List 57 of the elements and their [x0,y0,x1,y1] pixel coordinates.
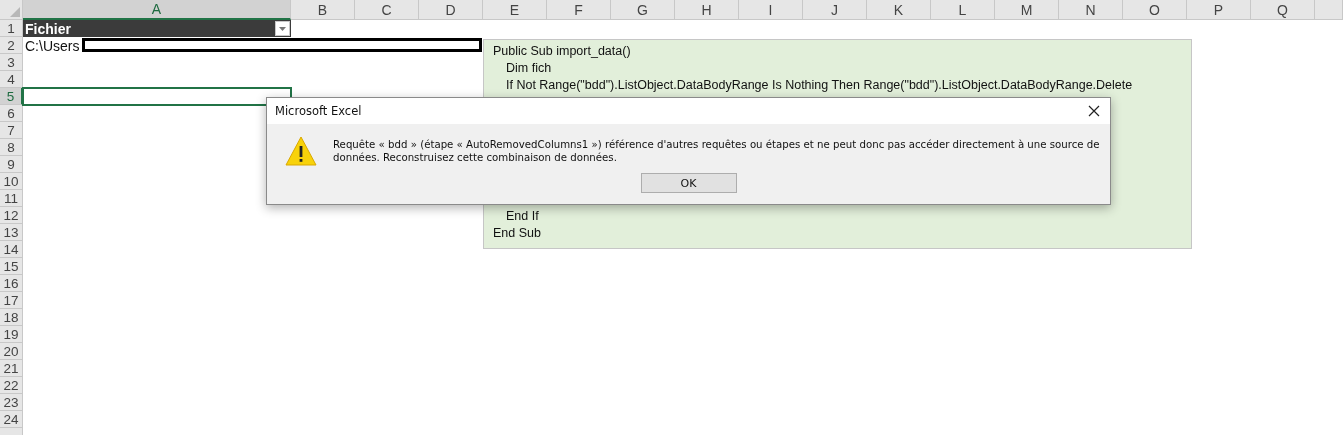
column-header[interactable]: A [23,0,291,20]
table-header-cell: Fichier [23,20,291,37]
column-header[interactable]: D [419,0,483,20]
row-header[interactable]: 11 [0,190,23,207]
row-header[interactable]: 4 [0,71,23,88]
row-header[interactable]: 12 [0,207,23,224]
caret-icon [279,26,286,31]
column-header[interactable]: H [675,0,739,20]
row-header[interactable]: 13 [0,224,23,241]
row-header[interactable]: 16 [0,275,23,292]
row-header[interactable]: 3 [0,54,23,71]
row-header[interactable]: 2 [0,37,23,54]
filter-dropdown-button[interactable] [275,21,290,36]
row-header[interactable]: 18 [0,309,23,326]
row-header[interactable]: 21 [0,360,23,377]
column-header[interactable]: I [739,0,803,20]
column-header[interactable]: O [1123,0,1187,20]
column-header[interactable]: P [1187,0,1251,20]
row-header[interactable]: 24 [0,411,23,428]
ok-button[interactable]: OK [640,173,737,193]
row-header[interactable]: 1 [0,20,23,37]
warning-icon [285,136,317,166]
row-header[interactable]: 10 [0,173,23,190]
row-header[interactable]: 7 [0,122,23,139]
select-all-icon[interactable] [10,7,20,17]
code-line: Public Sub import_data() [493,43,632,60]
column-header[interactable]: M [995,0,1059,20]
column-header[interactable]: B [291,0,355,20]
column-header[interactable]: Q [1251,0,1315,20]
row-header[interactable]: 8 [0,139,23,156]
column-header[interactable] [1315,0,1343,20]
row-header[interactable]: 22 [0,377,23,394]
row-header[interactable]: 23 [0,394,23,411]
column-header[interactable]: G [611,0,675,20]
code-line: End If [505,208,540,225]
row-header[interactable]: 9 [0,156,23,173]
column-header[interactable]: K [867,0,931,20]
code-line: If Not Range("bdd").ListObject.DataBodyRange Is Nothing Then Range("bdd").ListObject.DataBodyRange.Delete [505,77,1134,94]
column-header[interactable]: F [547,0,611,20]
close-icon[interactable] [1088,105,1100,117]
dialog-message: Requête « bdd » (étape « AutoRemovedColumns1 ») référence d'autres requêtes ou étapes et ne peut donc pas accéder directement à une source de données. Reconstruisez cette combinaison de données. [333,138,1101,164]
table-cell-text: C:\Users [24,37,80,54]
column-header[interactable]: E [483,0,547,20]
column-header[interactable]: J [803,0,867,20]
row-header[interactable]: 20 [0,343,23,360]
column-header[interactable]: C [355,0,419,20]
row-header[interactable]: 19 [0,326,23,343]
dialog-title: Microsoft Excel [275,104,362,118]
row-header[interactable]: 5 [0,88,23,105]
row-header[interactable]: 15 [0,258,23,275]
row-header[interactable]: 6 [0,105,23,122]
row-header[interactable]: 17 [0,292,23,309]
code-line: End Sub [493,225,542,242]
code-line: Dim fich [505,60,553,77]
column-header[interactable]: L [931,0,995,20]
column-header[interactable]: N [1059,0,1123,20]
row-header[interactable]: 14 [0,241,23,258]
